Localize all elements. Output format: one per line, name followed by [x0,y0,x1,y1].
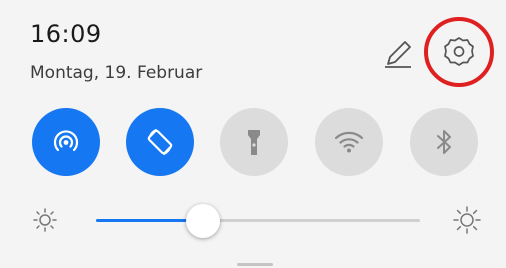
wifi-toggle[interactable] [315,108,383,176]
bluetooth-icon [437,130,451,154]
settings-button[interactable] [424,17,494,87]
hotspot-toggle[interactable] [32,108,100,176]
quick-toggles [32,108,482,178]
flashlight-toggle[interactable] [220,108,288,176]
pencil-icon [385,41,411,68]
brightness-thumb[interactable] [185,204,220,238]
auto-rotate-toggle[interactable] [126,108,194,176]
bluetooth-toggle[interactable] [410,108,478,176]
date-label: Montag, 19. Februar [30,63,203,83]
brightness-slider[interactable] [96,219,420,222]
edit-button[interactable] [380,36,416,72]
wifi-icon [334,131,364,153]
brightness-control [0,196,506,246]
sun-dim-icon [33,208,57,232]
sun-bright-icon [453,206,481,234]
rotate-icon [147,129,173,155]
clock-time: 16:09 [30,20,102,48]
gear-icon [444,37,474,66]
hotspot-icon [53,130,79,152]
drag-handle[interactable] [237,263,273,266]
flashlight-icon [248,130,260,155]
notification-panel: 16:09 Montag, 19. Februar [0,0,506,268]
